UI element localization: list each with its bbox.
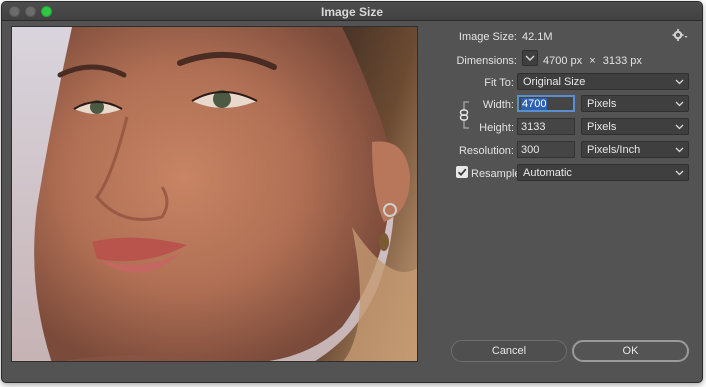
ok-button[interactable]: OK bbox=[572, 340, 689, 362]
resample-label: Resample: bbox=[471, 168, 524, 180]
resolution-value: 300 bbox=[521, 144, 540, 156]
resolution-unit-dropdown[interactable]: Pixels/Inch bbox=[581, 141, 689, 158]
cancel-button[interactable]: Cancel bbox=[451, 340, 567, 362]
dimensions-label: Dimensions: bbox=[456, 55, 517, 67]
resolution-unit-value: Pixels/Inch bbox=[587, 144, 641, 156]
resample-method-value: Automatic bbox=[523, 167, 572, 179]
width-unit-value: Pixels bbox=[587, 98, 617, 110]
width-label: Width: bbox=[482, 99, 514, 111]
width-input[interactable]: 4700 bbox=[517, 95, 575, 112]
dimensions-width: 4700 px bbox=[543, 55, 583, 67]
checkmark-icon bbox=[457, 168, 467, 177]
resolution-label: Resolution: bbox=[458, 145, 514, 157]
fit-to-label: Fit To: bbox=[484, 77, 514, 89]
height-label: Height: bbox=[479, 122, 514, 134]
title-bar: Image Size bbox=[2, 2, 702, 21]
height-value: 3133 bbox=[521, 121, 546, 133]
chevron-down-icon bbox=[675, 170, 684, 176]
dimensions-units-dropdown[interactable] bbox=[522, 50, 538, 66]
chevron-down-icon bbox=[675, 101, 684, 107]
gear-icon[interactable] bbox=[672, 28, 688, 42]
image-size-label: Image Size: bbox=[458, 31, 517, 43]
width-unit-dropdown[interactable]: Pixels bbox=[581, 95, 689, 112]
chevron-down-icon bbox=[675, 79, 684, 85]
chevron-down-icon bbox=[675, 124, 684, 130]
dialog-title: Image Size bbox=[320, 5, 384, 19]
link-chain-icon[interactable] bbox=[458, 100, 472, 130]
width-value: 4700 bbox=[521, 98, 548, 110]
dimensions-separator: × bbox=[589, 55, 596, 67]
dimensions-height: 3133 px bbox=[602, 55, 642, 67]
chevron-down-icon bbox=[525, 55, 535, 61]
height-unit-value: Pixels bbox=[587, 121, 617, 133]
resample-method-dropdown[interactable]: Automatic bbox=[517, 164, 689, 181]
image-size-dialog: Image Size Image Size: 42.1M Dimensions:… bbox=[1, 1, 703, 383]
image-size-value: 42.1M bbox=[522, 31, 553, 43]
fit-to-value: Original Size bbox=[523, 76, 586, 88]
resolution-input[interactable]: 300 bbox=[517, 141, 575, 158]
fit-to-dropdown[interactable]: Original Size bbox=[517, 73, 689, 90]
image-preview[interactable] bbox=[11, 26, 418, 362]
height-input[interactable]: 3133 bbox=[517, 118, 575, 135]
dimensions-value: 4700 px × 3133 px bbox=[543, 55, 642, 67]
chevron-down-icon bbox=[675, 147, 684, 153]
portrait-photo bbox=[12, 27, 417, 361]
height-unit-dropdown[interactable]: Pixels bbox=[581, 118, 689, 135]
resample-checkbox[interactable] bbox=[456, 166, 468, 178]
